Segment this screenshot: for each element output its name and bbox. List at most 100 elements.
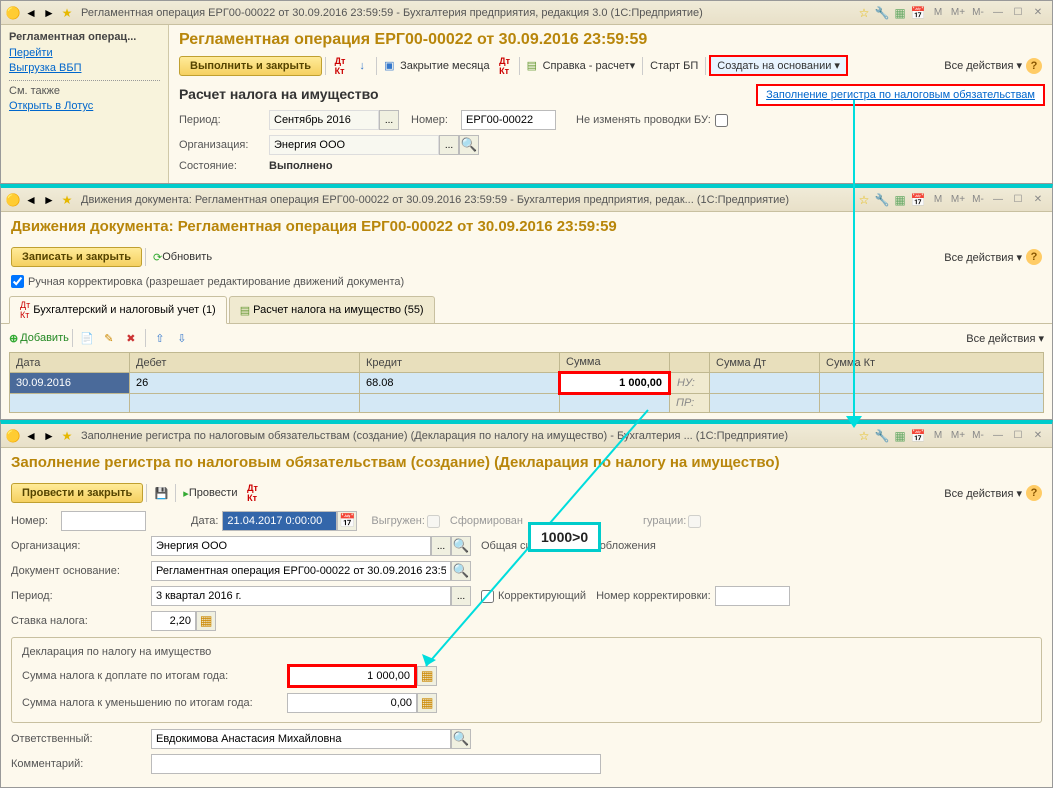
- mplus-button[interactable]: M+: [949, 5, 967, 21]
- tool-icon[interactable]: 🔧: [874, 192, 890, 208]
- mplus-button[interactable]: M+: [949, 428, 967, 444]
- rate-input[interactable]: [151, 611, 196, 631]
- cell-sumdt[interactable]: [710, 373, 820, 394]
- col-date[interactable]: Дата: [10, 353, 130, 373]
- save-icon[interactable]: 💾: [151, 483, 171, 503]
- delete-icon[interactable]: ✖: [121, 328, 141, 348]
- org-dots-button[interactable]: ...: [439, 135, 459, 155]
- nav-back-icon[interactable]: ◄: [23, 5, 39, 21]
- help-icon[interactable]: ?: [1026, 485, 1042, 501]
- org-lookup-button[interactable]: 🔍: [451, 536, 471, 556]
- corrnum-input[interactable]: [715, 586, 790, 606]
- create-menu-item[interactable]: Заполнение регистра по налоговым обязате…: [756, 84, 1045, 106]
- favorite-icon[interactable]: ★: [59, 428, 75, 444]
- all-actions[interactable]: Все действия ▾: [944, 487, 1022, 500]
- create-based-dropdown[interactable]: Создать на основании ▾: [709, 55, 848, 76]
- nochange-checkbox[interactable]: [715, 114, 728, 127]
- spravka-link[interactable]: ▤Справка - расчет ▾: [527, 59, 636, 73]
- nav-fwd-icon[interactable]: ►: [41, 5, 57, 21]
- dt-kt-icon[interactable]: ДтКт: [243, 483, 263, 503]
- favorite-icon[interactable]: ★: [59, 5, 75, 21]
- calc-icon[interactable]: ▦: [892, 5, 908, 21]
- maximize-button[interactable]: ☐: [1009, 192, 1027, 208]
- minimize-button[interactable]: —: [989, 5, 1007, 21]
- manual-edit-checkbox[interactable]: [11, 275, 24, 288]
- dt-kt-icon-2[interactable]: ДтКт: [495, 56, 515, 76]
- close-button[interactable]: ✕: [1029, 192, 1047, 208]
- docbase-input[interactable]: [151, 561, 451, 581]
- mplus-button[interactable]: M+: [949, 192, 967, 208]
- correcting-checkbox[interactable]: [481, 590, 494, 603]
- calendar-icon[interactable]: 📅: [910, 428, 926, 444]
- mminus-button[interactable]: M-: [969, 428, 987, 444]
- number-input[interactable]: [461, 110, 556, 130]
- responsible-input[interactable]: [151, 729, 451, 749]
- help-icon[interactable]: ?: [1026, 249, 1042, 265]
- number-input[interactable]: [61, 511, 146, 531]
- star-icon[interactable]: ☆: [856, 192, 872, 208]
- manual-edit-checkbox-label[interactable]: Ручная корректировка (разрешает редактир…: [11, 275, 1042, 288]
- sidebar-link-vbp[interactable]: Выгрузка ВБП: [9, 62, 160, 74]
- post-link[interactable]: ▸ Провести: [183, 487, 237, 500]
- maximize-button[interactable]: ☐: [1009, 5, 1027, 21]
- favorite-icon[interactable]: ★: [59, 192, 75, 208]
- execute-close-button[interactable]: Выполнить и закрыть: [179, 56, 322, 76]
- cell-date[interactable]: 30.09.2016: [10, 373, 130, 394]
- cell-credit[interactable]: 68.08: [360, 373, 560, 394]
- table-row[interactable]: ПР:: [10, 394, 1044, 413]
- nav-fwd-icon[interactable]: ►: [41, 428, 57, 444]
- help-icon[interactable]: ?: [1026, 58, 1042, 74]
- all-actions[interactable]: Все действия ▾: [944, 251, 1022, 264]
- col-credit[interactable]: Кредит: [360, 353, 560, 373]
- down-icon[interactable]: ⇩: [172, 328, 192, 348]
- calendar-icon[interactable]: 📅: [910, 192, 926, 208]
- col-debit[interactable]: Дебет: [130, 353, 360, 373]
- sum-dec-input[interactable]: [287, 693, 417, 713]
- table-row[interactable]: 30.09.2016 26 68.08 1 000,00 НУ:: [10, 373, 1044, 394]
- copy-icon[interactable]: 📄: [77, 328, 97, 348]
- close-button[interactable]: ✕: [1029, 428, 1047, 444]
- period-input[interactable]: [269, 110, 379, 130]
- comment-input[interactable]: [151, 754, 601, 774]
- calc-icon[interactable]: ▦: [892, 428, 908, 444]
- tool-icon[interactable]: 🔧: [874, 428, 890, 444]
- org-input[interactable]: [151, 536, 431, 556]
- sum-pay-input[interactable]: [287, 664, 417, 688]
- nav-back-icon[interactable]: ◄: [23, 428, 39, 444]
- add-button[interactable]: ⊕Добавить: [9, 332, 69, 345]
- save-close-button[interactable]: Записать и закрыть: [11, 247, 142, 267]
- mminus-button[interactable]: M-: [969, 5, 987, 21]
- close-button[interactable]: ✕: [1029, 5, 1047, 21]
- up-icon[interactable]: ⇧: [150, 328, 170, 348]
- date-input[interactable]: [222, 511, 337, 531]
- minimize-button[interactable]: —: [989, 192, 1007, 208]
- all-actions[interactable]: Все действия ▾: [944, 59, 1022, 72]
- edit-icon[interactable]: ✎: [99, 328, 119, 348]
- post-close-button[interactable]: Провести и закрыть: [11, 483, 143, 503]
- responsible-lookup-button[interactable]: 🔍: [451, 729, 471, 749]
- period-dots-button[interactable]: ...: [451, 586, 471, 606]
- org-dots-button[interactable]: ...: [431, 536, 451, 556]
- tab-property-tax[interactable]: ▤Расчет налога на имущество (55): [229, 296, 435, 323]
- sidebar-link-go[interactable]: Перейти: [9, 47, 160, 59]
- org-input[interactable]: [269, 135, 439, 155]
- sum-dec-calc-button[interactable]: ▦: [417, 693, 437, 713]
- m-button[interactable]: M: [929, 5, 947, 21]
- close-month-link[interactable]: ▣Закрытие месяца: [384, 59, 490, 73]
- col-sum[interactable]: Сумма: [560, 353, 670, 373]
- period-input[interactable]: [151, 586, 451, 606]
- m-button[interactable]: M: [929, 192, 947, 208]
- mminus-button[interactable]: M-: [969, 192, 987, 208]
- m-button[interactable]: M: [929, 428, 947, 444]
- sum-pay-calc-button[interactable]: ▦: [417, 666, 437, 686]
- tool-icon[interactable]: 🔧: [874, 5, 890, 21]
- calendar-icon[interactable]: 📅: [910, 5, 926, 21]
- rate-calc-button[interactable]: ▦: [196, 611, 216, 631]
- minimize-button[interactable]: —: [989, 428, 1007, 444]
- docbase-lookup-button[interactable]: 🔍: [451, 561, 471, 581]
- org-lookup-button[interactable]: 🔍: [459, 135, 479, 155]
- maximize-button[interactable]: ☐: [1009, 428, 1027, 444]
- dt-kt-icon[interactable]: ДтКт: [330, 56, 350, 76]
- nav-back-icon[interactable]: ◄: [23, 192, 39, 208]
- all-actions-2[interactable]: Все действия ▾: [966, 332, 1044, 345]
